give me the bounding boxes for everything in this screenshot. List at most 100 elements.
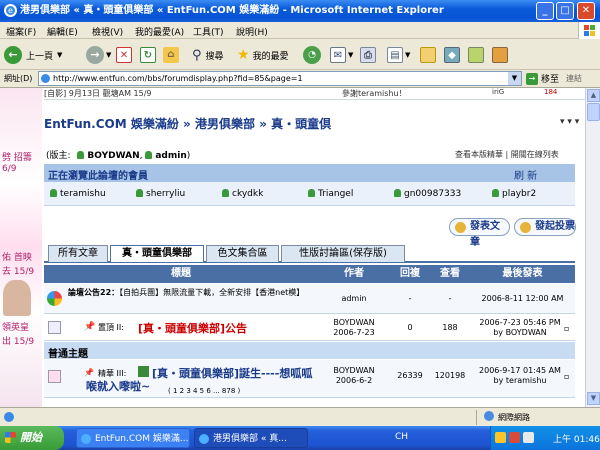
remnant-tiny: iriG	[492, 88, 505, 96]
menu-edit[interactable]: 編輯(E)	[47, 25, 78, 38]
forward-button[interactable]: → ▼	[86, 44, 111, 66]
menu-favorites[interactable]: 我的最愛(A)	[135, 25, 184, 38]
remnant-right[interactable]: 參謝teramishu！	[342, 88, 407, 99]
go-last-icon[interactable]: ▫	[564, 324, 569, 333]
forum-tabs: 所有文章 真・頭童俱樂部 色文集合區 性版討論區(保存版)	[44, 245, 575, 263]
new-topic-icon	[455, 222, 466, 233]
menu-file[interactable]: 檔案(F)	[6, 25, 36, 38]
back-label: 上一頁	[26, 51, 54, 62]
tray-icon[interactable]	[523, 432, 534, 443]
stop-button[interactable]: ✕	[116, 44, 132, 66]
scroll-thumb[interactable]	[587, 103, 600, 121]
normal-replies: 26339	[397, 371, 423, 380]
col-views[interactable]: 查看	[430, 265, 470, 283]
close-button[interactable]: ✕	[577, 2, 595, 20]
online-member[interactable]: Triangel	[308, 189, 353, 199]
menu-view[interactable]: 檢視(V)	[92, 25, 123, 38]
online-member[interactable]: ckydkk	[222, 189, 263, 199]
links-label[interactable]: 連結	[566, 73, 582, 84]
windows-logo-icon	[5, 432, 16, 443]
menu-tools[interactable]: 工具(T)	[193, 25, 224, 38]
left-ad-strip: 劈 招籌 6/9 佑 首映 去 15/9 領英皇 出 15/9	[0, 88, 42, 407]
favorites-button[interactable]: ★ 我的最愛	[237, 44, 289, 66]
tab-all-posts[interactable]: 所有文章	[48, 245, 108, 262]
taskbar: 開始 EntFun.COM 娛樂滿... 港男俱樂部 « 真... CH 上午 …	[0, 426, 600, 450]
window-title-bar[interactable]: 港男俱樂部 « 真・頭童俱樂部 « EntFun.COM 娛樂滿紛 - Micr…	[0, 0, 600, 22]
normal-title[interactable]: [真・頭童俱樂部]誕生----想呱呱	[152, 365, 312, 381]
go-button[interactable]: → 移至	[526, 71, 559, 86]
research-button[interactable]	[468, 44, 484, 66]
announcement-author[interactable]: admin	[318, 294, 390, 303]
online-member[interactable]: gn00987333	[394, 189, 461, 199]
scroll-down-icon[interactable]: ▼	[587, 392, 600, 405]
go-last-icon[interactable]: ▫	[564, 372, 569, 381]
address-dropdown-icon[interactable]: ▼	[508, 72, 521, 85]
back-button[interactable]: ← 上一頁 ▼	[4, 44, 62, 66]
messenger-button[interactable]: ◆	[444, 44, 460, 66]
col-replies[interactable]: 回複	[390, 265, 430, 283]
status-bar: 網際網路	[0, 407, 600, 426]
pinned-author[interactable]: BOYDWAN	[318, 318, 390, 327]
normal-author[interactable]: BOYDWAN	[318, 366, 390, 375]
essence-links[interactable]: 查看本版精華 | 開關在線列表	[455, 149, 559, 160]
home-button[interactable]: ⌂	[163, 44, 179, 66]
tab-discussion-archive[interactable]: 性版討論區(保存版)	[281, 245, 405, 262]
tray-icon[interactable]	[495, 432, 506, 443]
tab-erotic-collection[interactable]: 色文集合區	[206, 245, 279, 262]
tab-baldy-club[interactable]: 真・頭童俱樂部	[110, 245, 204, 262]
user-icon	[394, 189, 401, 197]
ie-task-icon	[81, 434, 91, 444]
address-input[interactable]: http://www.entfun.com/bbs/forumdisplay.p…	[38, 71, 522, 86]
taskbar-item-active[interactable]: 港男俱樂部 « 真...	[194, 428, 308, 448]
discuss-button[interactable]	[492, 44, 508, 66]
maximize-button[interactable]: □	[556, 2, 574, 20]
language-indicator[interactable]: CH	[395, 432, 408, 442]
scroll-up-icon[interactable]: ▲	[587, 89, 600, 102]
folder-button[interactable]	[420, 44, 436, 66]
breadcrumb[interactable]: EntFun.COM 娛樂滿紛 » 港男俱樂部 » 真・頭童倶	[44, 115, 331, 132]
moderator-link[interactable]: BOYDWAN	[87, 151, 139, 161]
ad-text[interactable]: 去 15/9	[2, 264, 34, 277]
new-poll-button[interactable]: 發起投票	[514, 218, 576, 236]
taskbar-item[interactable]: EntFun.COM 娛樂滿...	[76, 428, 190, 448]
refresh-link[interactable]: 刷 新	[514, 167, 537, 182]
more-dots-icon[interactable]: ▾ ▾ ▾	[560, 117, 579, 127]
vertical-scrollbar[interactable]: ▲ ▼	[585, 88, 600, 407]
history-button[interactable]: ◔	[303, 44, 321, 66]
announcement-title[interactable]: 論壇公告22：【自拍兵團】無限流量下載，全新安排【香港net模】	[68, 287, 318, 298]
ad-text[interactable]: 領英皇	[2, 320, 29, 333]
edit-button[interactable]: ▤ ▼	[387, 44, 410, 66]
ad-image[interactable]	[3, 280, 31, 316]
ad-text[interactable]: 佑 首映	[2, 250, 32, 263]
table-row: 📌 置頂 II: [真・頭童俱樂部]公告 BOYDWAN 2006-7-23 0…	[44, 315, 575, 341]
col-title[interactable]: 標題	[44, 265, 318, 283]
minimize-button[interactable]: _	[536, 2, 554, 20]
menu-help[interactable]: 說明(H)	[236, 25, 268, 38]
online-member[interactable]: teramishu	[50, 189, 106, 199]
pinned-title[interactable]: [真・頭童俱樂部]公告	[138, 320, 247, 336]
ad-text[interactable]: 6/9	[2, 164, 16, 174]
col-author[interactable]: 作者	[318, 265, 390, 283]
forward-arrow-icon: →	[86, 46, 104, 64]
remnant-left[interactable]: [自影] 9月13日 觀塘AM 15/9	[44, 88, 151, 99]
online-member[interactable]: sherryliu	[136, 189, 185, 199]
start-button[interactable]: 開始	[0, 426, 64, 450]
clock[interactable]: 上午 01:46	[553, 432, 600, 445]
ie-task-icon	[199, 434, 209, 444]
user-icon	[492, 189, 499, 197]
moderator-link[interactable]: admin	[155, 151, 186, 161]
refresh-button[interactable]: ↻	[140, 44, 156, 66]
ad-text[interactable]: 出 15/9	[2, 334, 34, 347]
normal-last-by[interactable]: by teramishu	[470, 376, 570, 385]
print-button[interactable]: ⎙	[360, 44, 376, 66]
col-last-post[interactable]: 最後發表	[470, 265, 575, 283]
mail-button[interactable]: ✉ ▼	[330, 44, 353, 66]
new-topic-button[interactable]: 發表文章	[449, 218, 510, 248]
ad-text[interactable]: 劈 招籌	[2, 150, 32, 163]
search-button[interactable]: ⚲ 搜尋	[192, 44, 224, 66]
page-links[interactable]: ( 1 2 3 4 5 6 ... 878 )	[168, 387, 240, 395]
online-member[interactable]: playbr2	[492, 189, 536, 199]
tray-icon[interactable]	[509, 432, 520, 443]
pinned-last-by[interactable]: by BOYDWAN	[470, 328, 570, 337]
normal-title-2[interactable]: 喉就入嚟啦~	[86, 378, 150, 394]
